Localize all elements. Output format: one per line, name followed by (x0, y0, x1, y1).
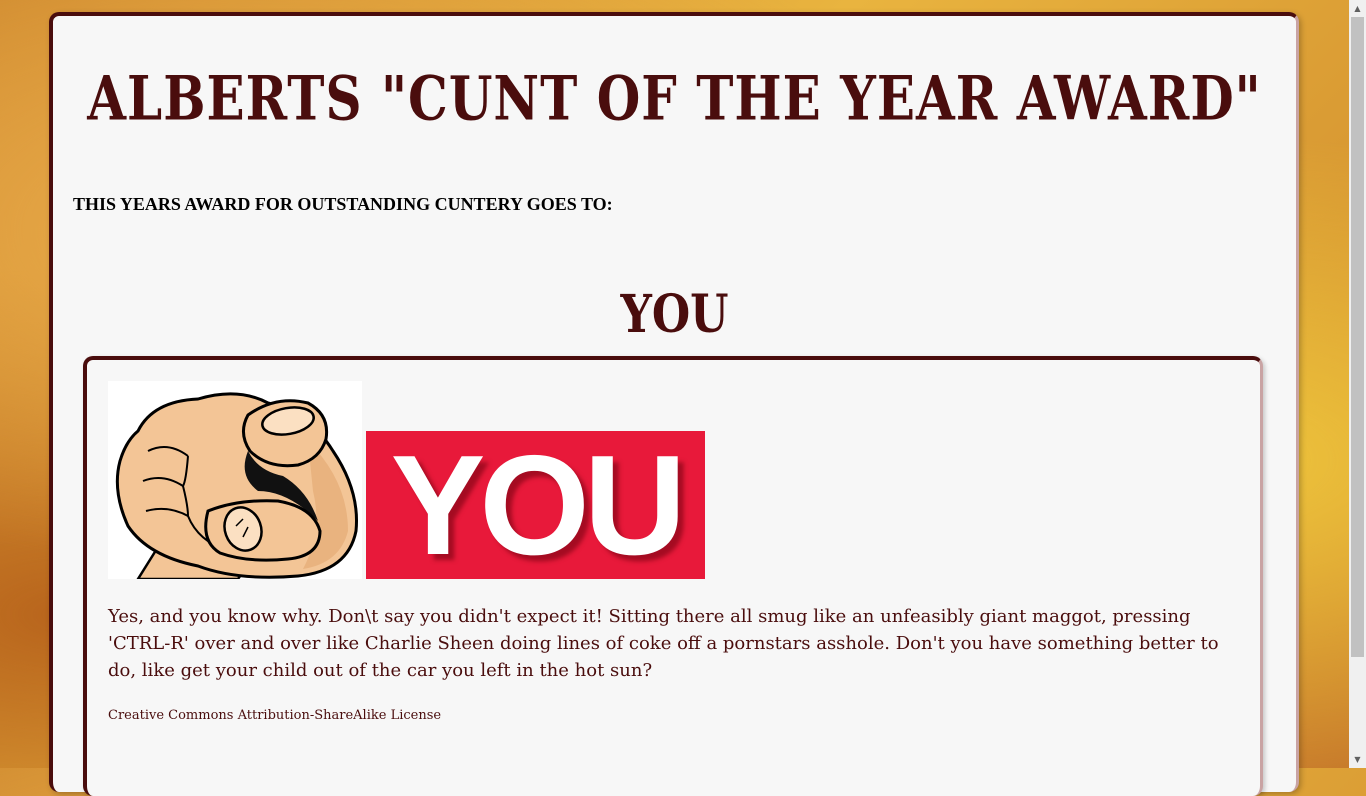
award-body-text: Yes, and you know why. Don\t say you did… (108, 606, 1219, 681)
chevron-up-icon[interactable]: ▲ (1349, 0, 1366, 17)
page-container: ALBERTS "CUNT OF THE YEAR AWARD" THIS YE… (49, 12, 1299, 796)
you-banner-text: YOU (390, 431, 687, 579)
page-title: ALBERTS "CUNT OF THE YEAR AWARD" (87, 62, 1262, 134)
vertical-scrollbar[interactable]: ▲ ▼ (1349, 0, 1366, 768)
award-card: YOU Yes, and you know why. Don\t say you… (83, 356, 1263, 796)
scrollbar-thumb[interactable] (1351, 17, 1364, 657)
award-intro: THIS YEARS AWARD FOR OUTSTANDING CUNTERY… (73, 194, 613, 214)
pointing-hand-icon (108, 381, 362, 581)
chevron-down-icon[interactable]: ▼ (1349, 751, 1366, 768)
you-banner: YOU (366, 431, 705, 579)
license-text: Creative Commons Attribution-ShareAlike … (108, 708, 442, 723)
award-winner: YOU (620, 284, 729, 346)
